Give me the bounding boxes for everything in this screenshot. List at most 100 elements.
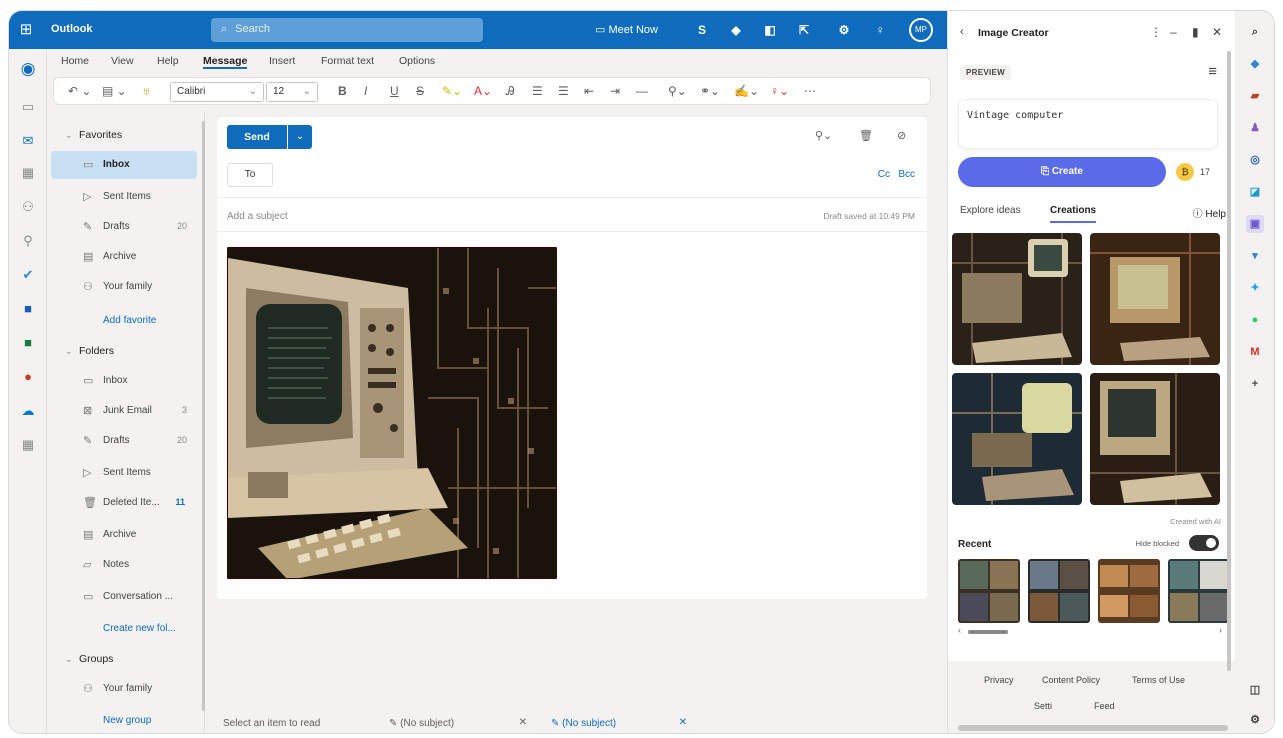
attach-icon[interactable]: ⚲ [18, 231, 38, 251]
bullets-icon[interactable]: ☰ [532, 84, 543, 98]
indent-increase-icon[interactable]: ⇥ [610, 84, 620, 98]
tab-explore-ideas[interactable]: Explore ideas [960, 205, 1021, 216]
folder-notes[interactable]: ▱ Notes [47, 551, 199, 579]
panel-scrollbar[interactable] [1227, 51, 1231, 671]
numbering-icon[interactable]: ☰ [558, 84, 569, 98]
close-icon[interactable]: ✕ [519, 717, 527, 728]
indent-decrease-icon[interactable]: ⇤ [584, 84, 594, 98]
outlook-logo-icon[interactable]: ◉ [18, 59, 38, 79]
people-icon[interactable]: ⚇ [18, 197, 38, 217]
hide-blocked-toggle[interactable] [1189, 535, 1219, 551]
drop-icon[interactable]: ▾ [1246, 247, 1264, 265]
twitter-icon[interactable]: ✦ [1246, 279, 1264, 297]
settings-link[interactable]: Setti [1034, 701, 1052, 711]
word-icon[interactable]: ■ [18, 299, 38, 319]
folder-conversation-history[interactable]: ▭ Conversation ... [47, 583, 199, 611]
bottom-tab-draft-2[interactable]: ✎ (No subject) ✕ [551, 713, 687, 733]
favorite-drafts[interactable]: ✎ Drafts 20 [47, 213, 199, 241]
share-icon[interactable]: ⇱ [795, 21, 813, 39]
send-button[interactable]: Send [227, 125, 287, 149]
onedrive-icon[interactable]: ☁ [18, 401, 38, 421]
folder-junk-email[interactable]: ⊠ Junk Email 3 [47, 397, 199, 425]
lightbulb-icon[interactable]: ♀⌄ [770, 84, 789, 98]
tab-home[interactable]: Home [61, 55, 89, 67]
underline-icon[interactable]: U [390, 84, 399, 98]
add-favorite-link[interactable]: Add favorite [103, 315, 156, 326]
mail-icon[interactable]: ✉ [18, 131, 38, 151]
collapse-rail-icon[interactable]: ▭ [18, 97, 38, 117]
font-select[interactable]: Calibri ⌄ [170, 82, 264, 102]
minimize-icon[interactable]: – [1170, 25, 1177, 39]
folder-archive[interactable]: ▤ Archive [47, 521, 199, 549]
recent-thumbnail[interactable] [1168, 559, 1230, 623]
folders-header[interactable]: ⌄ Folders [65, 345, 114, 357]
recent-thumbnail[interactable] [1028, 559, 1090, 623]
folder-deleted-items[interactable]: 🗑 Deleted Ite... 11 [47, 489, 199, 517]
font-size-select[interactable]: 12 ⌄ [266, 82, 318, 102]
prompt-input[interactable]: Vintage computer [958, 99, 1218, 149]
link-icon[interactable]: ⚭⌄ [700, 84, 720, 98]
excel-icon[interactable]: ■ [18, 333, 38, 353]
skype-icon[interactable]: S [693, 21, 711, 39]
undo-icon[interactable]: ↶ ⌄ [68, 84, 91, 98]
to-button[interactable]: To [227, 163, 273, 187]
more-apps-icon[interactable]: ▦ [18, 435, 38, 455]
folder-scrollbar[interactable] [202, 121, 205, 711]
meet-now-button[interactable]: ▭ Meet Now [595, 23, 658, 36]
panel-horizontal-scrollbar[interactable] [958, 725, 1228, 731]
favorite-sent-items[interactable]: ▷ Sent Items [47, 183, 199, 211]
briefcase-icon[interactable]: ▰ [1246, 87, 1264, 105]
new-group-link[interactable]: New group [103, 715, 151, 726]
favorite-inbox[interactable]: ▭ Inbox [51, 151, 197, 179]
image-creator-icon[interactable]: ▣ [1246, 215, 1264, 233]
popout-icon[interactable]: ⊘ [897, 129, 906, 142]
scroll-left-icon[interactable]: ‹ [958, 625, 961, 635]
more-vertical-icon[interactable]: ⋮ [1150, 25, 1162, 39]
gmail-icon[interactable]: M [1246, 343, 1264, 361]
clipboard-icon[interactable]: ▤ ⌄ [102, 84, 127, 98]
highlight-icon[interactable]: ✎⌄ [442, 84, 462, 98]
office-icon[interactable]: ◎ [1246, 151, 1264, 169]
strikethrough-icon[interactable]: S [416, 84, 424, 98]
privacy-link[interactable]: Privacy [984, 675, 1014, 685]
creation-thumbnail[interactable] [952, 233, 1082, 365]
more-format-icon[interactable]: — [636, 84, 648, 98]
tab-options[interactable]: Options [399, 55, 435, 67]
search-box[interactable]: ⌕ Search [211, 18, 483, 42]
recent-thumbnail[interactable] [958, 559, 1020, 623]
close-icon[interactable]: ✕ [1212, 25, 1222, 39]
content-policy-link[interactable]: Content Policy [1042, 675, 1100, 685]
sidebar-layout-icon[interactable]: ◫ [1246, 681, 1264, 699]
terms-of-use-link[interactable]: Terms of Use [1132, 675, 1185, 685]
bottom-tab-draft-1[interactable]: ✎ (No subject) ✕ [389, 713, 527, 733]
diamond-icon[interactable]: ◆ [727, 21, 745, 39]
tab-help[interactable]: Help [157, 55, 179, 67]
folder-sent-items[interactable]: ▷ Sent Items [47, 459, 199, 487]
send-options-chevron-icon[interactable]: ⌄ [288, 125, 312, 149]
tag-icon[interactable]: ◆ [1246, 55, 1264, 73]
creation-thumbnail[interactable] [1090, 373, 1220, 505]
create-button[interactable]: ⎘ Create [958, 157, 1166, 187]
groups-header[interactable]: ⌄ Groups [65, 653, 113, 665]
tab-creations[interactable]: Creations [1050, 205, 1097, 223]
subject-input[interactable]: Add a subject [227, 211, 288, 222]
outlook-icon[interactable]: ◪ [1246, 183, 1264, 201]
format-painter-icon[interactable]: ♅ [142, 84, 151, 98]
creation-thumbnail[interactable] [952, 373, 1082, 505]
bcc-link[interactable]: Bcc [898, 169, 915, 180]
folder-inbox[interactable]: ▭ Inbox [47, 367, 199, 395]
games-icon[interactable]: ♟ [1246, 119, 1264, 137]
add-icon[interactable]: + [1246, 375, 1264, 393]
hamburger-menu-icon[interactable]: ≡ [1208, 63, 1217, 80]
whatsapp-icon[interactable]: ● [1246, 311, 1264, 329]
attach-file-icon[interactable]: ⚲⌄ [668, 84, 687, 98]
app-launcher-icon[interactable]: ⊞ [15, 19, 37, 41]
create-new-folder-link[interactable]: Create new fol... [103, 623, 176, 634]
avatar[interactable]: MP [909, 18, 933, 42]
favorite-your-family[interactable]: ⚇ Your family [47, 273, 199, 301]
scroll-right-icon[interactable]: › [1219, 625, 1222, 635]
recent-thumbnail[interactable] [1098, 559, 1160, 623]
creation-thumbnail[interactable] [1090, 233, 1220, 365]
discard-icon[interactable]: 🗑 [859, 129, 873, 142]
favorite-archive[interactable]: ▤ Archive [47, 243, 199, 271]
